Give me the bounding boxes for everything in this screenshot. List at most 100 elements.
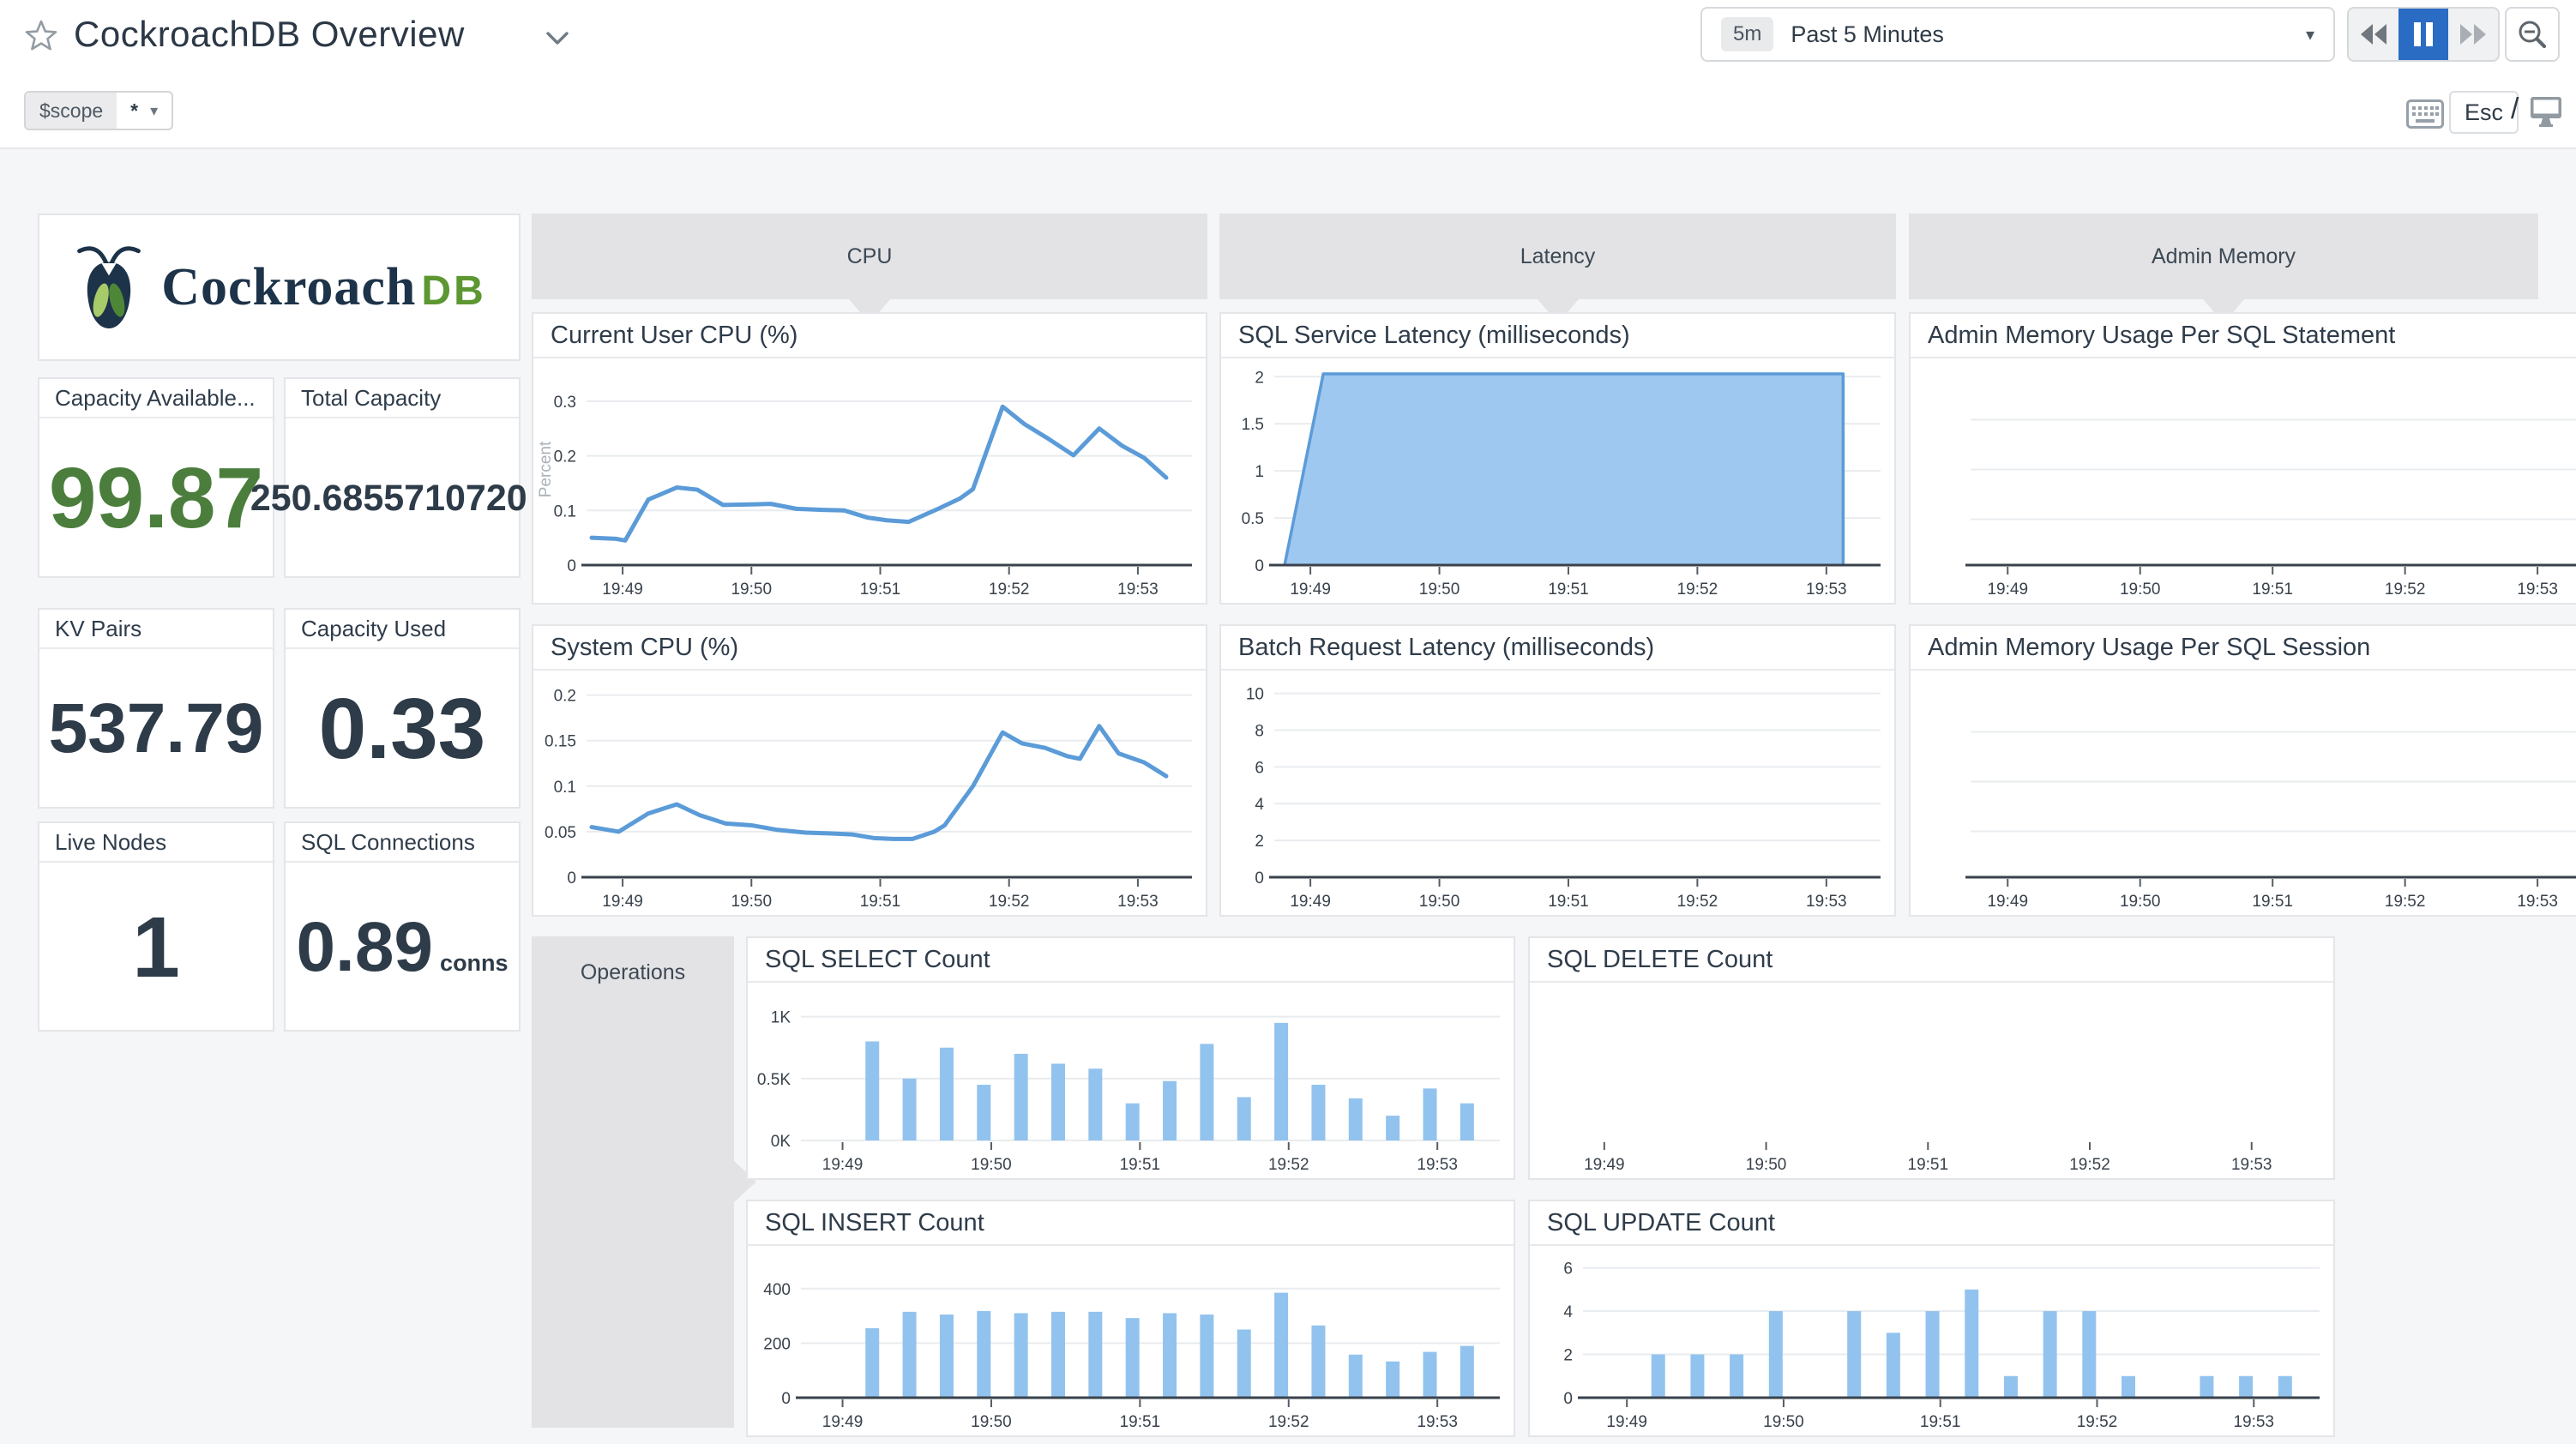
logo-suffix: DB: [421, 268, 486, 314]
chart-card-sql-delete-count: SQL DELETE Count 19:49 19:50 19:51 19:52 19:…: [1528, 936, 2335, 1180]
stat-card-capacity-used: Capacity Used 0.33: [284, 608, 521, 809]
svg-text:19:53: 19:53: [1806, 893, 1847, 911]
svg-text:19:49: 19:49: [1290, 893, 1331, 911]
chart-plot-admin-memory-statement[interactable]: 19:49 19:50 19:51 19:52 19:53: [1911, 360, 2576, 603]
esc-button[interactable]: Esc: [2449, 91, 2519, 134]
svg-text:1K: 1K: [771, 1009, 791, 1027]
chart-plot-admin-memory-session[interactable]: 19:49 19:50 19:51 19:52 19:53: [1911, 672, 2576, 915]
svg-text:0K: 0K: [771, 1133, 791, 1151]
stat-value: 99.87: [48, 450, 264, 546]
page-title[interactable]: CockroachDB Overview: [74, 14, 465, 55]
svg-text:19:53: 19:53: [1417, 1156, 1458, 1174]
chart-plot-sql-select-count[interactable]: 0K 0.5K 1K 19:49 19:50 19:51 19:52 19:53: [748, 984, 1514, 1178]
svg-text:2: 2: [1255, 833, 1264, 851]
chart-title: Batch Request Latency (milliseconds): [1221, 626, 1894, 671]
chart-plot-sql-insert-count[interactable]: 0 200 400 19:49 19:50 19:51 19:52 19:53: [748, 1248, 1514, 1435]
svg-text:0: 0: [1255, 557, 1264, 575]
keyboard-shortcuts-icon[interactable]: [2406, 99, 2444, 129]
svg-text:19:50: 19:50: [731, 581, 772, 599]
svg-text:19:50: 19:50: [2120, 893, 2161, 911]
zoom-out-button[interactable]: [2505, 7, 2560, 62]
svg-text:6: 6: [1563, 1260, 1573, 1279]
chart-card-batch-request-latency: Batch Request Latency (milliseconds) 0 2 4…: [1219, 624, 1896, 917]
svg-text:0.1: 0.1: [554, 502, 576, 520]
favorite-star-icon[interactable]: [24, 19, 58, 53]
svg-text:4: 4: [1255, 796, 1264, 814]
fullscreen-monitor-icon[interactable]: [2530, 96, 2562, 127]
chart-card-current-user-cpu: Current User CPU (%) 0 0.1 0.2 0.3 19:49 19:5…: [532, 312, 1207, 605]
time-range-caret-down-icon: ▾: [2305, 25, 2314, 45]
svg-text:0.5K: 0.5K: [757, 1071, 791, 1089]
group-header-latency[interactable]: Latency: [1219, 214, 1896, 323]
stat-card-sql-connections: SQL Connections 0.89 conns: [284, 821, 521, 1032]
chart-card-admin-memory-session: Admin Memory Usage Per SQL Session 19:49…: [1909, 624, 2576, 917]
chart-title: System CPU (%): [533, 626, 1206, 671]
chart-plot-current-user-cpu[interactable]: 0 0.1 0.2 0.3 19:49 19:50 19:51 19:52 19:53 Perce…: [533, 360, 1206, 603]
svg-text:19:49: 19:49: [822, 1413, 864, 1431]
svg-text:0.5: 0.5: [1242, 510, 1264, 528]
chart-plot-sql-delete-count[interactable]: 19:49 19:50 19:51 19:52 19:53: [1530, 984, 2333, 1178]
time-pause-button[interactable]: [2398, 9, 2448, 60]
group-label: Operations: [580, 960, 686, 984]
time-forward-button[interactable]: [2448, 9, 2498, 60]
chart-title: SQL UPDATE Count: [1530, 1201, 2333, 1246]
pause-icon: [2414, 22, 2433, 46]
chart-plot-system-cpu[interactable]: 0 0.05 0.1 0.15 0.2 19:49 19:50 19:51 19:52 19:53: [533, 672, 1206, 915]
group-header-operations[interactable]: Operations: [532, 936, 756, 1428]
chart-plot-batch-request-latency[interactable]: 0 2 4 6 8 10 19:49 19:50 19:51 19:52 19:53: [1221, 672, 1894, 915]
stat-value: 537.79: [48, 689, 264, 767]
scope-variable-value[interactable]: * ▾: [117, 93, 172, 129]
svg-text:2: 2: [1563, 1347, 1573, 1365]
svg-text:19:52: 19:52: [2385, 893, 2426, 911]
svg-text:10: 10: [1246, 686, 1264, 704]
svg-text:19:52: 19:52: [989, 581, 1030, 599]
slash-separator: /: [2511, 93, 2519, 125]
svg-text:19:51: 19:51: [1548, 893, 1589, 911]
svg-text:19:53: 19:53: [1117, 581, 1159, 599]
chart-plot-sql-update-count[interactable]: 0 2 4 6 19:49 19:50 19:51 19:52 19:53: [1530, 1248, 2333, 1435]
svg-text:400: 400: [763, 1281, 791, 1299]
svg-text:19:53: 19:53: [1417, 1413, 1458, 1431]
svg-text:0: 0: [567, 557, 576, 575]
scope-caret-down-icon: ▾: [150, 101, 159, 119]
svg-text:0.2: 0.2: [554, 448, 576, 466]
svg-text:19:52: 19:52: [1268, 1156, 1309, 1174]
svg-text:19:49: 19:49: [1606, 1413, 1647, 1431]
stat-number: 250.6855710720: [250, 477, 527, 519]
svg-text:19:50: 19:50: [2120, 581, 2161, 599]
svg-text:1.5: 1.5: [1242, 416, 1264, 434]
svg-text:Percent: Percent: [537, 441, 555, 497]
svg-text:19:51: 19:51: [860, 893, 901, 911]
template-variable-scope[interactable]: $scope * ▾: [24, 91, 174, 130]
svg-text:2: 2: [1255, 369, 1264, 387]
title-chevron-down-icon[interactable]: [545, 31, 569, 46]
chart-plot-sql-service-latency[interactable]: 0 0.5 1 1.5 2 19:49 19:50 19:51 19:52 19:53: [1221, 360, 1894, 603]
rewind-icon: [2361, 24, 2386, 45]
fast-forward-icon: [2460, 24, 2486, 45]
svg-text:19:50: 19:50: [1419, 581, 1460, 599]
svg-text:19:53: 19:53: [1806, 581, 1847, 599]
stat-title: KV Pairs: [39, 610, 273, 649]
svg-text:19:49: 19:49: [1987, 581, 2028, 599]
stat-title: Capacity Used: [286, 610, 519, 649]
magnifier-minus-icon: [2519, 21, 2547, 49]
svg-text:0.15: 0.15: [545, 733, 576, 751]
svg-text:0.1: 0.1: [554, 779, 576, 797]
time-range-selector[interactable]: 5m Past 5 Minutes ▾: [1700, 7, 2335, 62]
stat-unit: conns: [440, 949, 509, 976]
time-backward-button[interactable]: [2349, 9, 2398, 60]
group-label: CPU: [846, 244, 893, 268]
group-header-admin-memory[interactable]: Admin Memory: [1909, 214, 2538, 323]
svg-text:19:50: 19:50: [971, 1413, 1012, 1431]
svg-text:0: 0: [1255, 869, 1264, 887]
group-header-cpu[interactable]: CPU: [532, 214, 1207, 323]
stat-value: 0.33: [318, 681, 486, 777]
time-nav-button-group: [2347, 7, 2500, 62]
svg-text:6: 6: [1255, 759, 1264, 777]
chart-card-sql-select-count: SQL SELECT Count 0K 0.5K 1K 19:49 19:50 19:51…: [746, 936, 1515, 1180]
svg-text:19:53: 19:53: [2233, 1413, 2274, 1431]
dashboard-root: CockroachDB Overview $scope * ▾ 5m Past …: [0, 0, 2576, 1444]
stat-title: Total Capacity: [286, 379, 519, 418]
svg-text:19:50: 19:50: [731, 893, 772, 911]
svg-text:19:51: 19:51: [1548, 581, 1589, 599]
